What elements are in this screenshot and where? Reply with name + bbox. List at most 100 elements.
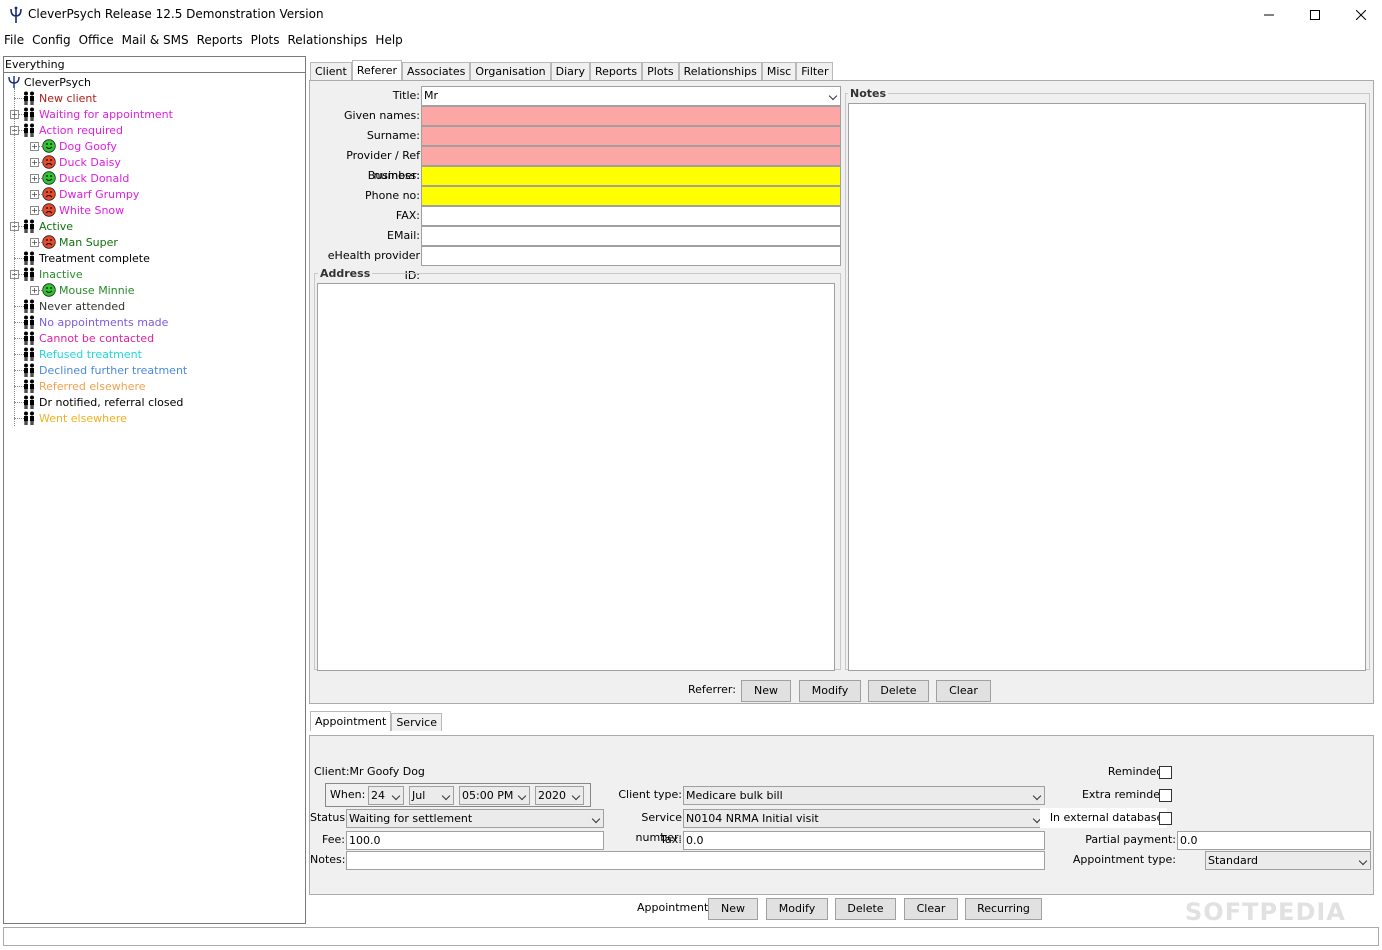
top-tab-filter[interactable]: Filter: [796, 62, 834, 80]
address-textarea[interactable]: [317, 283, 835, 671]
expand-icon[interactable]: +: [30, 157, 39, 167]
expand-icon[interactable]: +: [30, 237, 39, 247]
tree-item[interactable]: Refused treatment: [10, 346, 142, 362]
menu-file[interactable]: File: [0, 30, 28, 50]
status-select[interactable]: Waiting for settlement: [346, 809, 604, 828]
chevron-down-icon: [517, 791, 527, 801]
tree-item[interactable]: + Man Super: [30, 234, 118, 250]
maximize-button[interactable]: [1292, 0, 1338, 30]
people-icon: [24, 91, 34, 105]
tree-item[interactable]: + Mouse Minnie: [30, 282, 135, 298]
tree-item[interactable]: + Dog Goofy: [30, 138, 117, 154]
surname-input[interactable]: [421, 126, 841, 146]
expand-icon[interactable]: +: [30, 285, 39, 295]
close-button[interactable]: [1338, 0, 1382, 30]
tree-item[interactable]: − Active: [10, 218, 73, 234]
external-db-label: In external database:: [1040, 808, 1167, 828]
client-type-select[interactable]: Medicare bulk bill: [683, 786, 1045, 805]
tree-item[interactable]: + Dwarf Grumpy: [30, 186, 139, 202]
provider-ref-input[interactable]: [421, 146, 841, 166]
month-select[interactable]: Jul: [409, 786, 454, 805]
referrer-modify-button[interactable]: Modify: [799, 680, 861, 702]
menu-office[interactable]: Office: [75, 30, 118, 50]
appointment-type-label: Appointment type:: [1072, 853, 1176, 866]
email-input[interactable]: [421, 226, 841, 246]
external-db-checkbox[interactable]: [1159, 812, 1172, 825]
top-tab-client[interactable]: Client: [310, 62, 352, 80]
expand-icon[interactable]: +: [30, 189, 39, 199]
menu-config[interactable]: Config: [28, 30, 75, 50]
service-number-select[interactable]: N0104 NRMA Initial visit: [683, 809, 1045, 828]
top-tab-referer[interactable]: Referer: [351, 60, 402, 80]
sad-face-icon: [42, 187, 56, 201]
year-select[interactable]: 2020: [535, 786, 584, 805]
appointment-delete-button[interactable]: Delete: [835, 898, 896, 920]
tree-item-label: No appointments made: [39, 315, 169, 329]
referrer-clear-button[interactable]: Clear: [936, 680, 991, 702]
appointment-type-select[interactable]: Standard: [1205, 851, 1371, 870]
bottom-tab-service[interactable]: Service: [391, 713, 442, 731]
appointment-clear-button[interactable]: Clear: [904, 898, 958, 920]
status-label: Status:: [310, 811, 349, 824]
day-select[interactable]: 24: [368, 786, 404, 805]
tree-item[interactable]: − Inactive: [10, 266, 83, 282]
partial-payment-input[interactable]: 0.0: [1177, 831, 1371, 850]
tree-item[interactable]: Dr notified, referral closed: [10, 394, 183, 410]
top-tab-relationships[interactable]: Relationships: [678, 62, 762, 80]
top-tab-misc[interactable]: Misc: [761, 62, 797, 80]
fax-input[interactable]: [421, 206, 841, 226]
business-input[interactable]: [421, 166, 841, 186]
menu-reports[interactable]: Reports: [193, 30, 247, 50]
tree-item[interactable]: + Waiting for appointment: [10, 106, 173, 122]
tree-item[interactable]: Went elsewhere: [10, 410, 127, 426]
people-icon: [24, 379, 34, 393]
tree-item[interactable]: − Action required: [10, 122, 123, 138]
tree-item[interactable]: Treatment complete: [10, 250, 150, 266]
title-value: Mr: [424, 89, 439, 102]
people-icon: [24, 267, 34, 281]
tree-root[interactable]: CleverPsych: [7, 74, 91, 90]
menu-relationships[interactable]: Relationships: [284, 30, 372, 50]
time-select[interactable]: 05:00 PM: [459, 786, 530, 805]
referrer-new-button[interactable]: New: [741, 680, 791, 702]
tax-input[interactable]: 0.0: [683, 831, 1045, 850]
menu-help[interactable]: Help: [371, 30, 406, 50]
expand-icon[interactable]: +: [30, 173, 39, 183]
top-tab-reports[interactable]: Reports: [589, 62, 643, 80]
top-tab-associates[interactable]: Associates: [402, 62, 471, 80]
menu-mail-sms[interactable]: Mail & SMS: [118, 30, 193, 50]
top-tab-diary[interactable]: Diary: [550, 62, 590, 80]
appointment-recurring-button[interactable]: Recurring: [965, 898, 1042, 920]
phone-input[interactable]: [421, 186, 841, 206]
tree-item[interactable]: + White Snow: [30, 202, 124, 218]
extra-reminded-checkbox[interactable]: [1159, 789, 1172, 802]
client-name-text: Client:Mr Goofy Dog: [314, 765, 425, 778]
appointment-modify-button[interactable]: Modify: [766, 898, 828, 920]
tree-item[interactable]: Referred elsewhere: [10, 378, 146, 394]
tree-item[interactable]: + Duck Daisy: [30, 154, 121, 170]
given-names-input[interactable]: [421, 106, 841, 126]
close-icon: [1356, 10, 1366, 20]
expand-icon[interactable]: +: [30, 141, 39, 151]
tree-item[interactable]: Never attended: [10, 298, 125, 314]
tree-item[interactable]: Declined further treatment: [10, 362, 187, 378]
notes-textarea[interactable]: [848, 103, 1366, 671]
fee-input[interactable]: 100.0: [346, 831, 604, 850]
tree-item[interactable]: New client: [10, 90, 97, 106]
tree-item[interactable]: No appointments made: [10, 314, 168, 330]
top-tab-organisation[interactable]: Organisation: [470, 62, 551, 80]
reminded-checkbox[interactable]: [1159, 766, 1172, 779]
appointment-notes-input[interactable]: [346, 851, 1045, 870]
bottom-tab-appointment[interactable]: Appointment: [310, 711, 392, 731]
ehealth-input[interactable]: [421, 246, 841, 266]
top-tab-plots[interactable]: Plots: [642, 62, 679, 80]
expand-icon[interactable]: +: [30, 205, 39, 215]
title-select[interactable]: Mr: [421, 86, 841, 106]
referrer-delete-button[interactable]: Delete: [868, 680, 929, 702]
tree-item[interactable]: + Duck Donald: [30, 170, 129, 186]
minimize-button[interactable]: [1246, 0, 1292, 30]
tree-item[interactable]: Cannot be contacted: [10, 330, 154, 346]
referer-panel: Title: Mr Given names: Surname: Provider…: [309, 80, 1374, 704]
appointment-new-button[interactable]: New: [708, 898, 758, 920]
menu-plots[interactable]: Plots: [247, 30, 284, 50]
